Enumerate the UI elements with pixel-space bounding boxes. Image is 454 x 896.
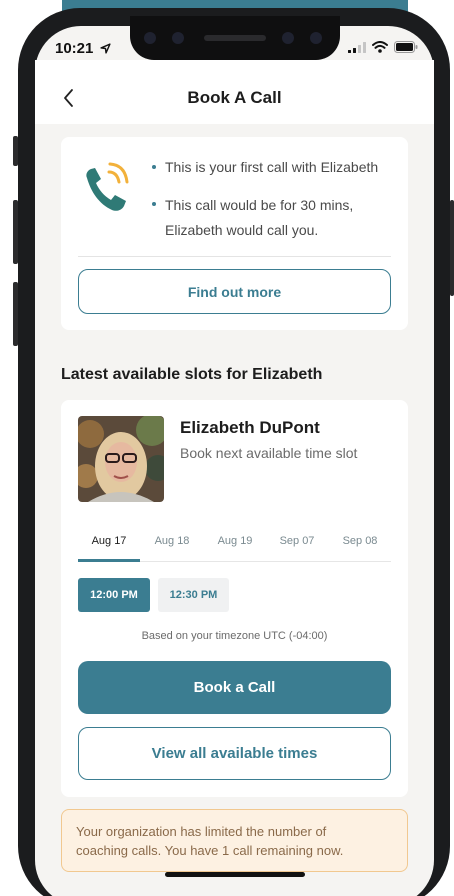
time-slot-1230[interactable]: 12:30 PM xyxy=(158,578,229,612)
mute-switch xyxy=(13,136,18,166)
sensor-dot xyxy=(172,32,184,44)
location-arrow-icon xyxy=(99,43,111,54)
call-icon xyxy=(79,160,133,221)
tab-sep-08[interactable]: Sep 08 xyxy=(329,535,391,547)
battery-icon xyxy=(394,41,418,53)
info-bullet-duration: This call would be for 30 mins, xyxy=(165,197,354,213)
volume-up-button xyxy=(13,200,18,264)
timezone-note: Based on your timezone UTC (-04:00) xyxy=(141,630,328,642)
page-title: Book A Call xyxy=(187,88,282,107)
coach-subtitle: Book next available time slot xyxy=(180,445,358,461)
status-time: 10:21 xyxy=(55,40,111,57)
info-bullet-callback: Elizabeth would call you. xyxy=(165,222,319,238)
coach-photo xyxy=(78,416,164,502)
sensor-dot xyxy=(282,32,294,44)
notch xyxy=(130,16,340,60)
active-tab-indicator xyxy=(78,559,140,562)
book-call-button[interactable]: Book a Call xyxy=(78,661,391,714)
tab-aug-19[interactable]: Aug 19 xyxy=(204,535,266,547)
coach-name: Elizabeth DuPont xyxy=(180,418,320,437)
front-camera xyxy=(310,32,322,44)
time-slot-1200[interactable]: 12:00 PM xyxy=(78,578,150,612)
phone-ringing-icon xyxy=(86,162,129,211)
bullet-dot xyxy=(152,202,156,206)
home-indicator[interactable] xyxy=(165,872,305,877)
power-button xyxy=(450,200,454,296)
tab-aug-18[interactable]: Aug 18 xyxy=(141,535,203,547)
volume-down-button xyxy=(13,282,18,346)
divider xyxy=(78,256,391,257)
wifi-icon xyxy=(372,41,388,53)
notice-line-2: coaching calls. You have 1 call remainin… xyxy=(76,843,344,858)
status-icons xyxy=(348,41,418,53)
speaker-grille xyxy=(204,35,266,41)
avatar xyxy=(78,416,164,502)
bullet-dot xyxy=(152,165,156,169)
info-bullet-first-call: This is your first call with Elizabeth xyxy=(165,159,379,175)
sensor-dot xyxy=(144,32,156,44)
slots-section-title: Latest available slots for Elizabeth xyxy=(61,366,323,383)
view-all-times-button[interactable]: View all available times xyxy=(78,727,391,780)
tab-aug-17[interactable]: Aug 17 xyxy=(78,535,140,547)
date-tabs: Aug 17 Aug 18 Aug 19 Sep 07 Sep 08 xyxy=(78,532,391,562)
status-time-text: 10:21 xyxy=(55,40,94,57)
signal-icon xyxy=(348,41,366,53)
call-limit-notice: Your organization has limited the number… xyxy=(61,809,408,872)
notice-line-1: Your organization has limited the number… xyxy=(76,824,327,839)
tab-sep-07[interactable]: Sep 07 xyxy=(266,535,328,547)
find-out-more-button[interactable]: Find out more xyxy=(78,269,391,314)
